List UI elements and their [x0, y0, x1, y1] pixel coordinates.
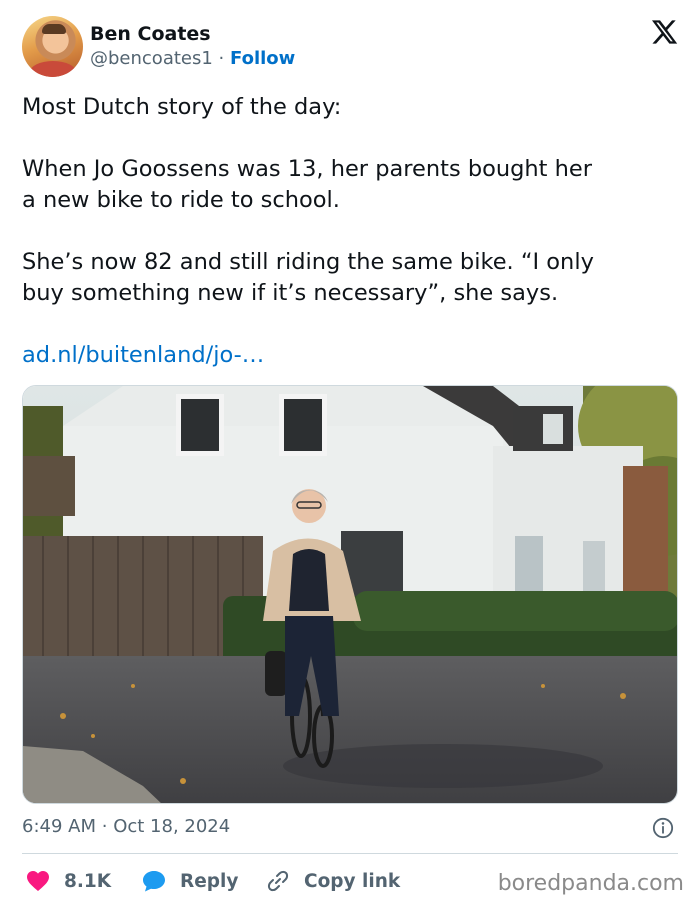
handle-separator: ·: [218, 48, 225, 69]
tweet-paragraph: She’s now 82 and still riding the same b…: [22, 249, 594, 306]
author-avatar[interactable]: [22, 16, 83, 77]
watermark: boredpanda.com: [497, 871, 684, 896]
copy-link-button[interactable]: Copy link: [266, 866, 400, 896]
timestamp-separator: ·: [101, 816, 108, 837]
tweet-time: 6:49 AM: [22, 816, 96, 837]
photo-woman-cycling: [23, 386, 677, 803]
tweet-paragraph: When Jo Goossens was 13, her parents bou…: [22, 156, 593, 213]
tweet-timestamp[interactable]: 6:49 AM · Oct 18, 2024: [22, 814, 230, 840]
tweet-paragraph: Most Dutch story of the day:: [22, 94, 342, 120]
tweet-date: Oct 18, 2024: [113, 816, 231, 837]
author-handle-row: @bencoates1 · Follow: [90, 48, 295, 70]
link-chain-icon: [267, 870, 289, 892]
heart-icon: [27, 871, 49, 891]
follow-button[interactable]: Follow: [230, 48, 295, 69]
avatar-hair: [42, 24, 66, 34]
like-button[interactable]: 8.1K: [26, 866, 111, 896]
tweet-photo[interactable]: [22, 385, 678, 804]
copy-link-label: Copy link: [304, 870, 401, 892]
reply-bubble-icon: [143, 871, 165, 892]
author-name[interactable]: Ben Coates: [90, 23, 211, 45]
actions-divider: [22, 853, 678, 854]
tweet-text: Most Dutch story of the day: When Jo Goo…: [22, 92, 682, 309]
reply-button[interactable]: Reply: [142, 866, 238, 896]
article-link[interactable]: ad.nl/buitenland/jo-…: [22, 340, 264, 371]
reply-label: Reply: [180, 870, 239, 892]
like-count: 8.1K: [64, 870, 112, 892]
x-logo-icon[interactable]: [650, 18, 678, 46]
avatar-shirt: [30, 61, 76, 77]
tweet-header: Ben Coates @bencoates1 · Follow: [22, 16, 682, 78]
info-icon[interactable]: [652, 817, 674, 839]
author-handle[interactable]: @bencoates1: [90, 48, 213, 69]
